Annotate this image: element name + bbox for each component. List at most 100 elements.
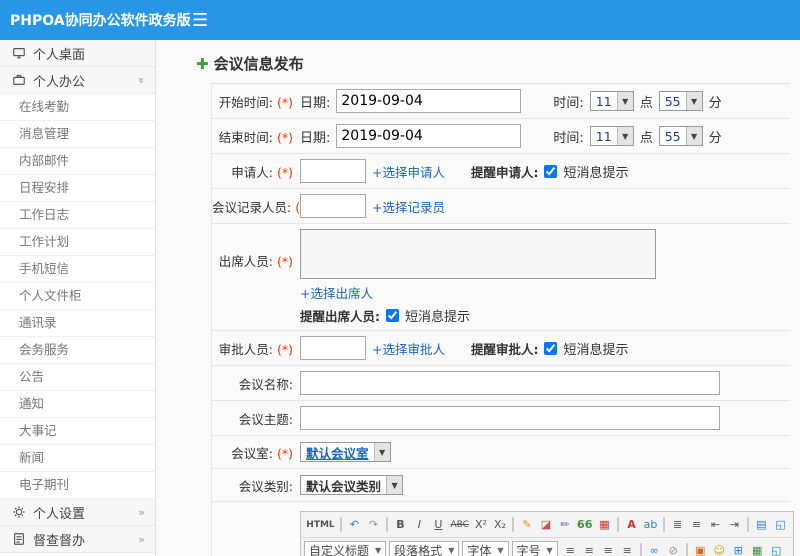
- form-row-end-time: 结束时间: (*) 日期: 时间: 11▼ 点 55▼ 分: [212, 119, 790, 154]
- sidebar-item[interactable]: 通知: [0, 391, 155, 418]
- sidebar-item[interactable]: 消息管理: [0, 121, 155, 148]
- sidebar-item[interactable]: 新闻: [0, 445, 155, 472]
- toolbar-separator[interactable]: [339, 517, 342, 532]
- chevron-down-icon: ▼: [616, 127, 633, 145]
- strikethrough-icon[interactable]: ABC: [448, 515, 472, 535]
- underline-icon[interactable]: U: [429, 515, 448, 535]
- unordered-list-icon[interactable]: ≡: [687, 515, 706, 535]
- main-content: ✚ 会议信息发布 开始时间: (*) 日期: 时间: 11▼ 点 55▼ 分 结…: [156, 40, 800, 556]
- italic-icon[interactable]: I: [410, 515, 429, 535]
- pencil-icon[interactable]: ✎: [517, 515, 536, 535]
- form-row-attendees: 出席人员: (*) +选择出席人 提醒出席人员: 短消息提示: [212, 224, 790, 331]
- superscript-icon[interactable]: X²: [471, 515, 490, 535]
- applicant-input[interactable]: [300, 159, 366, 183]
- gear-icon: [13, 506, 25, 518]
- chevron-down-icon: ▼: [373, 443, 390, 461]
- sidebar-item[interactable]: 工作日志: [0, 202, 155, 229]
- font-color-icon[interactable]: A: [622, 515, 641, 535]
- maximize-icon[interactable]: ◱: [767, 541, 786, 556]
- end-date-input[interactable]: [336, 124, 522, 148]
- source-icon[interactable]: HTML: [304, 515, 337, 535]
- toolbar-separator[interactable]: [616, 517, 619, 532]
- highlight-color-icon[interactable]: ab: [641, 515, 660, 535]
- format-painter-icon[interactable]: ✏: [555, 515, 574, 535]
- start-date-input[interactable]: [336, 89, 522, 113]
- toolbar-select[interactable]: 字号 ▼: [511, 540, 558, 556]
- sidebar-item[interactable]: 工作计划: [0, 229, 155, 256]
- choose-applicant-link[interactable]: +选择申请人: [372, 162, 445, 181]
- sidebar-item[interactable]: 公告: [0, 364, 155, 391]
- link-icon[interactable]: ∞: [645, 541, 664, 556]
- redo-icon[interactable]: ↷: [364, 515, 383, 535]
- toolbar-separator[interactable]: [385, 517, 388, 532]
- indent-icon[interactable]: ⇥: [725, 515, 744, 535]
- sidebar-section-desktop[interactable]: 个人桌面: [0, 40, 155, 67]
- sidebar-item[interactable]: 会务服务: [0, 337, 155, 364]
- toolbar-separator[interactable]: [639, 543, 642, 556]
- sidebar-item-label: 通讯录: [19, 315, 57, 330]
- template-icon[interactable]: ▦: [595, 515, 614, 535]
- align-left-icon[interactable]: ≡: [561, 541, 580, 556]
- attendees-textarea[interactable]: [300, 229, 656, 279]
- toolbar-separator[interactable]: [663, 517, 665, 532]
- sidebar-section-settings[interactable]: 个人设置 »: [0, 499, 155, 526]
- end-hour-select[interactable]: 11 ▼: [589, 126, 634, 146]
- sidebar-item[interactable]: 在线考勤: [0, 94, 155, 121]
- undo-icon[interactable]: ↶: [345, 515, 364, 535]
- sms-remind-checkbox[interactable]: [386, 309, 399, 322]
- page-icon[interactable]: ▤: [752, 515, 771, 535]
- toolbar-select[interactable]: 自定义标题 ▼: [304, 540, 387, 556]
- meeting-subject-input[interactable]: [300, 406, 720, 430]
- subscript-icon[interactable]: X₂: [490, 515, 509, 535]
- emoticon-icon[interactable]: ☺: [710, 541, 729, 556]
- recorder-input[interactable]: [300, 194, 366, 218]
- media-icon[interactable]: ▦: [748, 541, 767, 556]
- align-justify-icon[interactable]: ≡: [618, 541, 637, 556]
- align-center-icon[interactable]: ≡: [580, 541, 599, 556]
- sidebar-item[interactable]: 日程安排: [0, 175, 155, 202]
- outdent-icon[interactable]: ⇤: [706, 515, 725, 535]
- sms-remind-checkbox[interactable]: [544, 164, 558, 178]
- toolbar-separator[interactable]: [747, 517, 749, 532]
- sidebar-item[interactable]: 通讯录: [0, 310, 155, 337]
- editor-toolbar-row1: HTML ↶ ↷ B I U ABC X² X₂ ✎ ◪ ✏ 66 ▦ A ab…: [301, 512, 793, 538]
- toolbar-separator[interactable]: [512, 517, 515, 532]
- chevron-down-icon: ▼: [616, 92, 633, 110]
- choose-recorder-link[interactable]: +选择记录员: [372, 197, 445, 216]
- sms-remind-checkbox[interactable]: [544, 341, 558, 355]
- image-icon[interactable]: ▣: [691, 541, 710, 556]
- sidebar-item[interactable]: 大事记: [0, 418, 155, 445]
- choose-attendees-link[interactable]: +选择出席人: [300, 283, 373, 302]
- unlink-icon[interactable]: ⊘: [664, 541, 683, 556]
- fullscreen-icon[interactable]: ◱: [771, 515, 790, 535]
- start-hour-select[interactable]: 11 ▼: [589, 91, 634, 111]
- end-minute-select[interactable]: 55 ▼: [658, 126, 703, 146]
- table-icon[interactable]: ⊞: [729, 541, 748, 556]
- ordered-list-icon[interactable]: ≣: [668, 515, 687, 535]
- choose-approver-link[interactable]: +选择审批人: [372, 339, 445, 358]
- form-row-applicant: 申请人: (*) +选择申请人 提醒申请人: 短消息提示: [212, 154, 790, 189]
- start-minute-select[interactable]: 55 ▼: [658, 91, 703, 111]
- bold-icon[interactable]: B: [391, 515, 410, 535]
- sidebar-item[interactable]: 内部邮件: [0, 148, 155, 175]
- meeting-category-select[interactable]: 默认会议类别 ▼: [300, 475, 404, 495]
- meeting-name-input[interactable]: [300, 371, 720, 395]
- toolbar-separator[interactable]: [685, 543, 688, 556]
- blockquote-icon[interactable]: 66: [574, 515, 595, 535]
- chevron-down-icon: ▼: [497, 546, 504, 555]
- toolbar-select[interactable]: 段落格式 ▼: [389, 540, 460, 556]
- sidebar-section-inspect[interactable]: 督查督办 »: [0, 526, 155, 553]
- hamburger-menu-icon[interactable]: ☰: [192, 10, 208, 31]
- sidebar-item-label: 内部邮件: [19, 153, 70, 168]
- sidebar-section-office[interactable]: 个人办公 »: [0, 67, 155, 94]
- eraser-icon[interactable]: ◪: [536, 515, 555, 535]
- approver-input[interactable]: [300, 336, 366, 360]
- meeting-room-select[interactable]: 默认会议室 ▼: [300, 442, 391, 462]
- align-right-icon[interactable]: ≡: [599, 541, 618, 556]
- chevron-right-icon: »: [138, 505, 145, 519]
- sidebar-item[interactable]: 手机短信: [0, 256, 155, 283]
- sidebar-item-label: 在线考勤: [19, 99, 70, 114]
- sidebar-item[interactable]: 个人文件柜: [0, 283, 155, 310]
- sidebar-item[interactable]: 电子期刊: [0, 472, 155, 499]
- toolbar-select[interactable]: 字体 ▼: [462, 540, 509, 556]
